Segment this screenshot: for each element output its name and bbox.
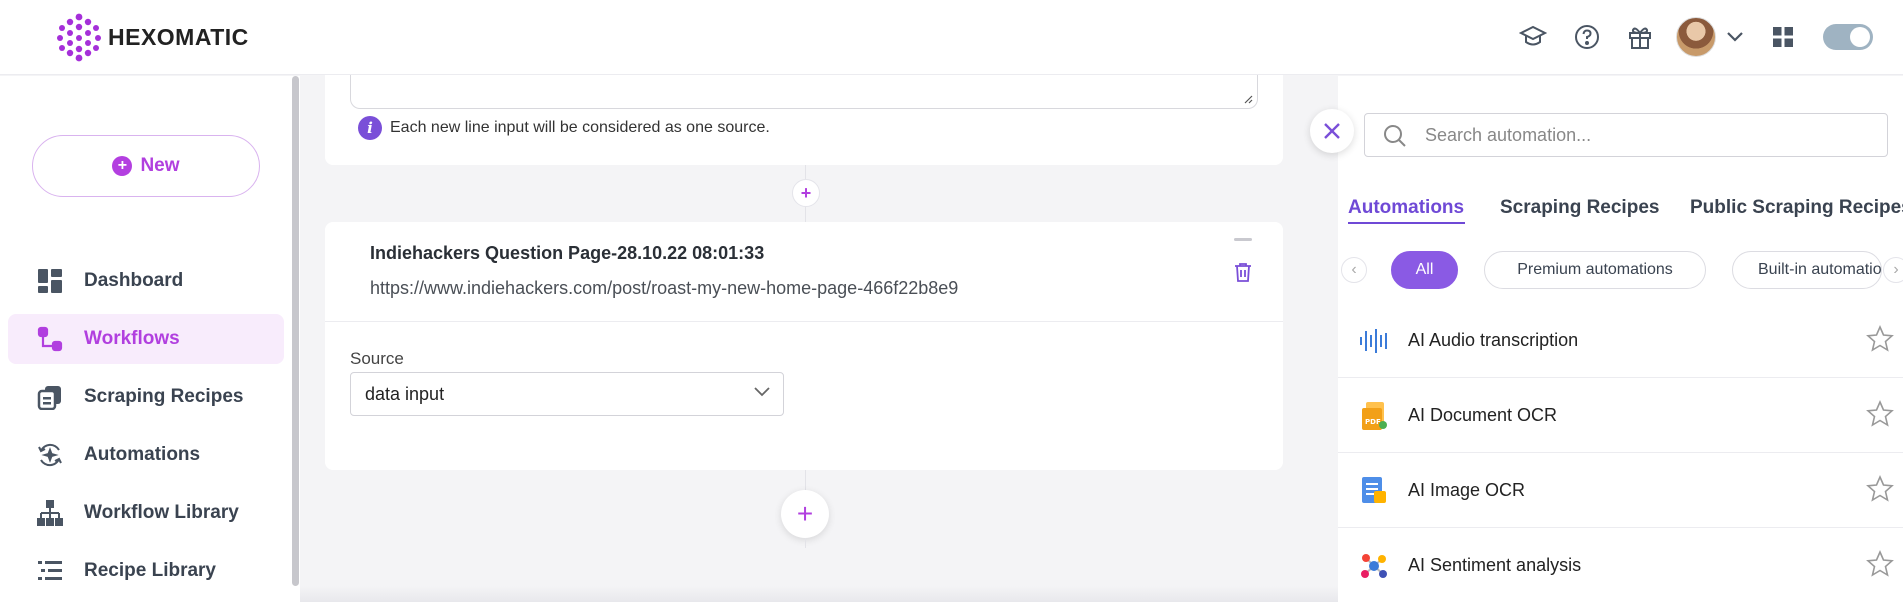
- hint-text: Each new line input will be considered a…: [390, 119, 770, 136]
- sidebar-item-label: Workflows: [84, 328, 180, 349]
- tab-public-scraping-recipes[interactable]: Public Scraping Recipes: [1690, 197, 1903, 219]
- chip-built-in-automations[interactable]: Built-in automations: [1732, 251, 1882, 289]
- hexomatic-logo-icon: [57, 13, 101, 62]
- resize-handle-icon[interactable]: [1243, 94, 1253, 104]
- star-icon[interactable]: [1866, 475, 1894, 503]
- automation-name: AI Audio transcription: [1408, 329, 1579, 350]
- new-button-label: New: [140, 155, 180, 176]
- sidebar-item-dashboard[interactable]: Dashboard: [8, 256, 284, 306]
- sidebar-item-label: Scraping Recipes: [84, 386, 244, 407]
- brand-name: HEXOMATIC: [108, 23, 249, 50]
- source-label: Source: [350, 349, 404, 368]
- active-tab-indicator: [1348, 222, 1465, 224]
- chevron-right-icon[interactable]: ›: [1883, 257, 1903, 283]
- sidebar-item-recipe-library[interactable]: Recipe Library: [8, 546, 284, 596]
- star-icon[interactable]: [1866, 400, 1894, 428]
- add-step-button[interactable]: +: [792, 179, 820, 207]
- chip-all[interactable]: All: [1391, 251, 1458, 289]
- dashboard-icon: [36, 267, 64, 295]
- source-select-value: data input: [365, 383, 445, 404]
- star-icon[interactable]: [1866, 325, 1894, 353]
- input-hint: i Each new line input will be considered…: [358, 116, 770, 140]
- connector-line: [805, 538, 806, 548]
- automation-name: AI Image OCR: [1408, 479, 1526, 500]
- add-step-button[interactable]: +: [781, 490, 829, 538]
- search-icon: [1384, 125, 1406, 147]
- close-icon: [1324, 123, 1340, 139]
- apps-grid-icon[interactable]: [1768, 22, 1798, 52]
- sidebar-item-label: Workflow Library: [84, 502, 239, 523]
- source-select[interactable]: data input: [350, 372, 784, 416]
- gift-icon[interactable]: [1625, 22, 1655, 52]
- info-icon: i: [358, 116, 382, 140]
- sidebar-scrollbar[interactable]: [292, 76, 299, 586]
- sidebar-item-label: Dashboard: [84, 270, 184, 291]
- recipe-library-icon: [36, 557, 64, 585]
- pdf-document-icon: PDF: [1362, 402, 1387, 430]
- svg-text:PDF: PDF: [1365, 418, 1381, 426]
- audio-waveform-icon: [1360, 329, 1387, 353]
- close-panel-button[interactable]: [1310, 109, 1354, 153]
- automation-row[interactable]: PDF AI Document OCR: [1338, 378, 1903, 453]
- sidebar-item-automations[interactable]: Automations: [8, 430, 284, 480]
- source-textarea[interactable]: [350, 75, 1258, 109]
- automation-name: AI Document OCR: [1408, 404, 1558, 425]
- search-automation-input[interactable]: Search automation...: [1364, 113, 1888, 157]
- automation-row[interactable]: AI Audio transcription: [1338, 303, 1903, 378]
- new-button[interactable]: + New: [32, 135, 260, 197]
- card-divider: [325, 321, 1283, 322]
- plus-icon: +: [112, 156, 133, 176]
- search-placeholder: Search automation...: [1425, 124, 1592, 145]
- chevron-down-icon: [754, 387, 770, 397]
- sidebar-item-scraping-recipes[interactable]: Scraping Recipes: [8, 372, 284, 422]
- connector-line: [805, 207, 806, 222]
- workflows-icon: [36, 325, 64, 353]
- image-document-icon: [1362, 477, 1386, 503]
- minimize-icon[interactable]: [1234, 238, 1252, 241]
- sidebar-item-label: Recipe Library: [84, 560, 216, 581]
- sentiment-nodes-icon: [1361, 554, 1387, 578]
- avatar[interactable]: [1676, 17, 1716, 57]
- automations-icon: [36, 441, 64, 469]
- connector-line: [805, 470, 806, 490]
- theme-toggle[interactable]: [1823, 24, 1873, 50]
- sidebar-item-workflows[interactable]: Workflows: [8, 314, 284, 364]
- workflow-library-icon: [36, 499, 64, 527]
- chevron-left-icon[interactable]: ‹: [1341, 257, 1367, 283]
- tab-automations[interactable]: Automations: [1348, 197, 1464, 219]
- top-header: HEXOMATIC: [0, 0, 1903, 75]
- step-title: Indiehackers Question Page-28.10.22 08:0…: [370, 243, 765, 263]
- chip-premium-automations[interactable]: Premium automations: [1484, 251, 1706, 289]
- trash-icon[interactable]: [1234, 262, 1252, 287]
- chevron-down-icon[interactable]: [1720, 22, 1750, 52]
- tab-scraping-recipes[interactable]: Scraping Recipes: [1500, 197, 1659, 219]
- sidebar-item-label: Automations: [84, 444, 201, 465]
- academy-icon[interactable]: [1518, 22, 1548, 52]
- automation-row[interactable]: AI Sentiment analysis: [1338, 528, 1903, 602]
- sidebar-item-workflow-library[interactable]: Workflow Library: [8, 488, 284, 538]
- star-icon[interactable]: [1866, 550, 1894, 578]
- help-icon[interactable]: [1572, 22, 1602, 52]
- automation-name: AI Sentiment analysis: [1408, 554, 1582, 575]
- scraping-recipes-icon: [36, 383, 64, 411]
- canvas-bottom-edge: [300, 586, 1338, 602]
- logo[interactable]: HEXOMATIC: [56, 12, 249, 62]
- connector-line: [805, 165, 806, 179]
- automation-row[interactable]: AI Image OCR: [1338, 453, 1903, 528]
- step-url: https://www.indiehackers.com/post/roast-…: [370, 278, 959, 298]
